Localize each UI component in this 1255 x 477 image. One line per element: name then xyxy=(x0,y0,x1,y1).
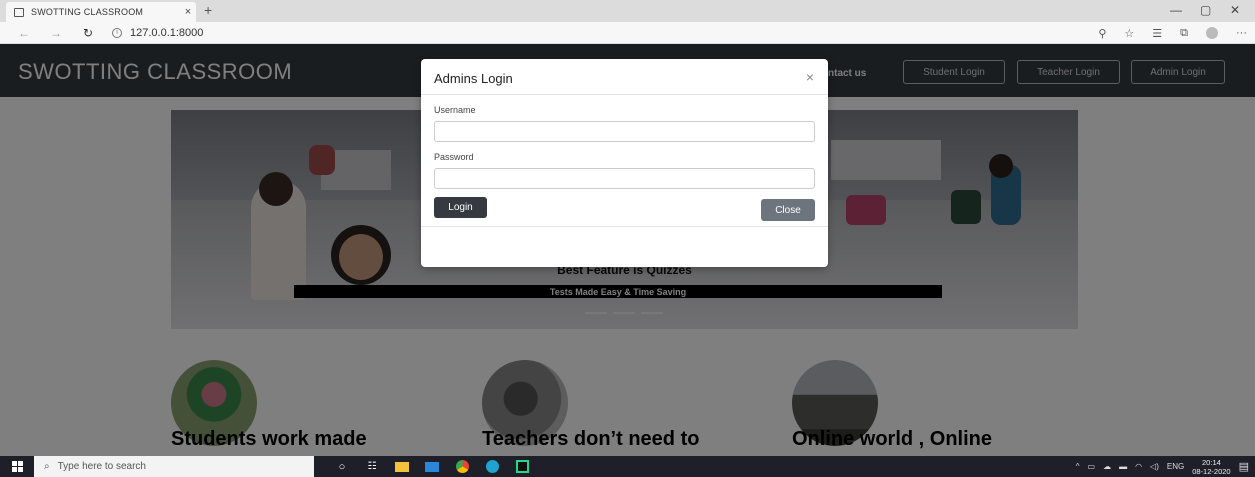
username-input[interactable] xyxy=(434,121,815,142)
pycharm-icon[interactable] xyxy=(510,456,534,477)
task-view-icon[interactable]: ☷ xyxy=(360,456,384,477)
taskbar: ⌕ Type here to search ○ ☷ ^ ▭ ☁ ▬ ◠ ◁) E… xyxy=(0,456,1255,477)
search-placeholder: Type here to search xyxy=(57,461,146,472)
forward-icon[interactable]: → xyxy=(46,26,66,40)
username-label: Username xyxy=(434,105,476,115)
clock[interactable]: 20:14 08-12-2020 xyxy=(1192,458,1230,476)
login-button[interactable]: Login xyxy=(434,197,487,218)
mail-icon[interactable] xyxy=(420,456,444,477)
tab-title: SWOTTING CLASSROOM xyxy=(31,7,144,17)
file-explorer-icon[interactable] xyxy=(390,456,414,477)
reload-icon[interactable]: ↻ xyxy=(78,26,98,40)
cloud-icon[interactable]: ☁ xyxy=(1103,462,1111,471)
tab-close-button[interactable]: × xyxy=(180,6,196,18)
favorite-star-icon[interactable]: ☆ xyxy=(1124,27,1134,40)
taskbar-search[interactable]: ⌕ Type here to search xyxy=(34,456,314,477)
network-icon[interactable]: ▭ xyxy=(1088,462,1096,471)
admin-login-modal: Admins Login × Username Password Login C… xyxy=(421,59,828,267)
key-icon[interactable]: ⚲ xyxy=(1098,27,1106,40)
maximize-button[interactable]: ▢ xyxy=(1200,3,1211,17)
language-indicator[interactable]: ENG xyxy=(1167,462,1184,471)
address-bar: ← → ↻ i 127.0.0.1:8000 ⚲ ☆ ☰ ⧉ ··· xyxy=(0,22,1255,44)
favorites-icon[interactable]: ☰ xyxy=(1152,27,1162,40)
page: SWOTTING CLASSROOM ntact us Student Logi… xyxy=(0,44,1255,456)
modal-close-button[interactable]: Close xyxy=(761,199,815,221)
minimize-button[interactable]: — xyxy=(1170,3,1182,17)
volume-icon[interactable]: ◁) xyxy=(1150,462,1159,471)
modal-header: Admins Login × xyxy=(421,59,828,95)
more-icon[interactable]: ··· xyxy=(1236,27,1247,39)
clock-time: 20:14 xyxy=(1202,457,1221,467)
edge-icon[interactable] xyxy=(480,456,504,477)
page-icon xyxy=(14,7,24,17)
browser-tab-bar: SWOTTING CLASSROOM × + — ▢ ✕ xyxy=(0,0,1255,22)
close-window-button[interactable]: ✕ xyxy=(1230,3,1240,17)
wifi-icon[interactable]: ◠ xyxy=(1135,462,1142,471)
search-icon: ⌕ xyxy=(44,461,50,472)
collections-icon[interactable]: ⧉ xyxy=(1180,27,1188,40)
battery-icon[interactable]: ▬ xyxy=(1119,462,1127,471)
password-label: Password xyxy=(434,152,474,162)
windows-start-icon[interactable] xyxy=(0,456,34,477)
profile-avatar[interactable] xyxy=(1206,27,1218,39)
password-input[interactable] xyxy=(434,168,815,189)
browser-toolbar: ⚲ ☆ ☰ ⧉ ··· xyxy=(1098,22,1247,44)
browser-tab[interactable]: SWOTTING CLASSROOM × xyxy=(6,2,196,22)
system-tray: ^ ▭ ☁ ▬ ◠ ◁) ENG 20:14 08-12-2020 ▤ xyxy=(1076,456,1249,477)
cortana-icon[interactable]: ○ xyxy=(330,456,354,477)
chevron-up-icon[interactable]: ^ xyxy=(1076,462,1080,471)
clock-date: 08-12-2020 xyxy=(1192,466,1231,476)
modal-title: Admins Login xyxy=(434,71,513,86)
new-tab-button[interactable]: + xyxy=(204,2,212,18)
back-icon[interactable]: ← xyxy=(14,26,34,40)
notifications-icon[interactable]: ▤ xyxy=(1239,460,1249,473)
chrome-icon[interactable] xyxy=(450,456,474,477)
info-icon[interactable]: i xyxy=(112,27,122,38)
modal-close-icon[interactable]: × xyxy=(806,69,814,85)
url-text: 127.0.0.1:8000 xyxy=(130,26,204,39)
url-field[interactable]: i 127.0.0.1:8000 xyxy=(112,27,203,39)
